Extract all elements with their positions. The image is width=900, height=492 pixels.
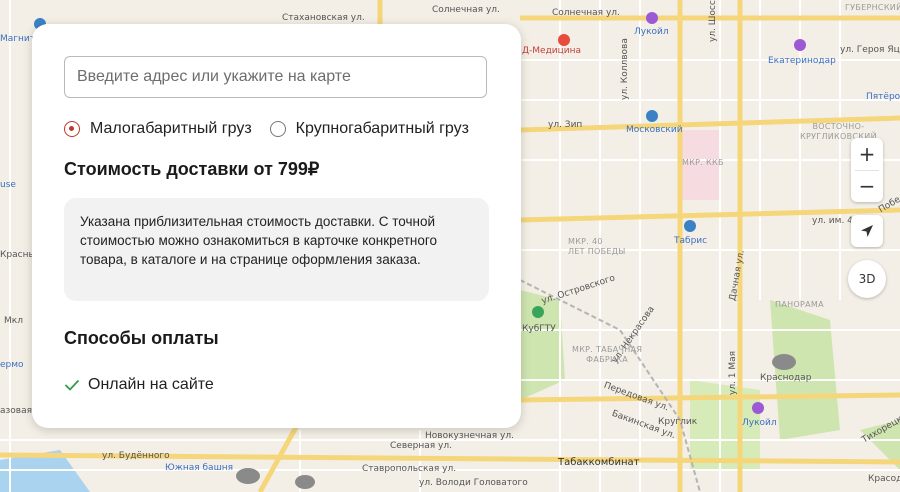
map-street-label: Ставропольская ул. [362,464,457,474]
map-street-label: Солнечная ул. [432,5,500,15]
navigation-arrow-icon [861,225,873,237]
payment-methods-title: Способы оплаты [64,328,219,348]
map-poi-label[interactable]: Табрис [674,236,707,246]
map-district-label: МКР. ККБ [682,158,724,167]
map-edge-label: Красод [868,474,900,484]
delivery-cost-title: Стоимость доставки от 799₽ [64,159,320,179]
cargo-type-group: Малогабаритный груз Крупногабаритный гру… [64,120,487,138]
payment-method-item: Онлайн на сайте [64,376,214,394]
map-street-label: ул. Володи Головатого [419,478,528,488]
3d-mode-button[interactable]: 3D [848,260,886,298]
map-district-label: МКР. ТАБАЧНАЯ ФАБРИКА [572,345,643,364]
cargo-option-large[interactable]: Крупногабаритный груз [269,120,469,138]
map-poi-label[interactable]: Круглик [658,417,697,427]
map-poi-label[interactable]: Пятёрочка [866,92,900,102]
map-poi-label[interactable]: Табаккомбинат [558,457,639,468]
map-street-label: ул. Героя Яцко [840,45,900,55]
map-poi-label[interactable]: Лукойл [634,27,669,37]
map-edge-label: ермо [0,360,24,370]
zoom-control: + − [851,138,883,202]
3d-mode-label: 3D [858,272,876,286]
delivery-panel: Малогабаритный груз Крупногабаритный гру… [32,24,521,428]
zoom-in-button[interactable]: + [851,138,883,170]
map-edge-label: азовая [0,406,33,416]
map-edge-label: Мкл [4,316,23,326]
radio-selected-icon[interactable] [64,121,80,137]
payment-method-label: Онлайн на сайте [88,376,214,393]
map-poi-label[interactable]: Д-Медицина [522,46,581,56]
map-street-label: ул. Зип [548,120,583,130]
map-poi-label[interactable]: Южная башня [165,463,233,473]
cargo-option-small[interactable]: Малогабаритный груз [64,120,252,138]
map-poi-label[interactable]: КубГТУ [522,324,556,334]
map-poi-label[interactable]: Лукойл [742,418,777,428]
cargo-option-label: Крупногабаритный груз [295,120,469,137]
zoom-out-button[interactable]: − [851,170,883,202]
cost-note: Указана приблизительная стоимость достав… [64,198,489,301]
address-input[interactable] [64,56,487,98]
cargo-option-label: Малогабаритный груз [90,120,252,137]
map-district-label: ПАНОРАМА [775,300,824,309]
map-street-label: Стахановская ул. [282,13,365,23]
map-street-label: ул. Шоссе [708,0,718,42]
radio-unselected-icon[interactable] [269,121,286,137]
geolocation-button[interactable] [851,215,883,247]
map-street-label: Солнечная ул. [552,8,620,18]
map-poi-label[interactable]: Магнит [0,34,35,44]
check-icon [64,379,80,391]
map-poi-label[interactable]: Краснодар [760,373,811,383]
map-street-label: ул. 1 Мая [728,350,738,395]
map-district-label: МКР. 40 ЛЕТ ПОБЕДЫ [568,237,626,256]
map-poi-label[interactable]: Екатеринодар [768,56,836,66]
map-street-label: ул. Коллвова [620,38,630,100]
map-street-label: ул. Будённого [102,451,170,461]
map-street-label: Северная ул. [390,441,452,451]
map-poi-label[interactable]: Московский [626,125,683,135]
map-district-label: ГУБЕРНСКИЙ [845,3,900,12]
map-edge-label: use [0,180,16,190]
map-street-label: Новокузнечная ул. [425,431,514,441]
